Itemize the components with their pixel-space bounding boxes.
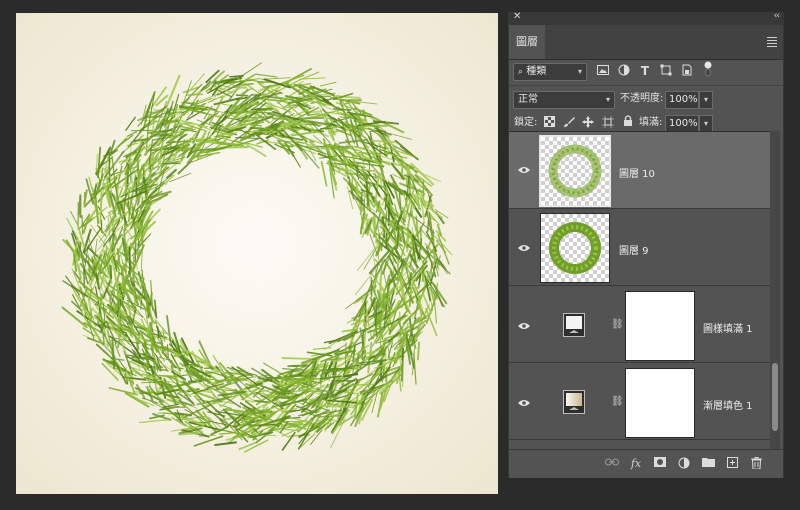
panel-tab-bar: 圖層 [509,25,783,60]
opacity-input[interactable]: 100% [665,91,699,109]
layer-thumbnail [539,135,611,207]
new-layer-icon[interactable] [725,457,739,471]
new-group-icon[interactable] [701,457,715,471]
smart-object-filter-icon[interactable] [680,64,694,78]
link-icon[interactable]: ⛓ [611,396,624,407]
fx-icon[interactable]: fx [629,457,643,471]
layers-panel: ✕ ‹‹ 圖層 ⌕ 種類 ▾ T 正常 ▾ 不透明度: 100% ▾ 鎖定: 填… [508,11,784,478]
opacity-label: 不透明度: [620,93,664,104]
layer-row[interactable]: 圖層 9 [509,209,771,286]
panel-menu-icon[interactable] [767,37,777,49]
lock-artboard-icon[interactable] [601,116,615,130]
eye-icon[interactable] [518,166,530,174]
lock-all-icon[interactable] [621,115,635,129]
panel-footer: fx [509,449,783,478]
collapse-icon[interactable]: ‹‹ [774,11,780,21]
gradient-fill-icon [563,390,585,414]
delete-layer-icon[interactable] [749,457,763,471]
blend-row: 正常 ▾ 不透明度: 100% ▾ [509,85,783,112]
adjustment-filter-icon[interactable] [617,64,631,78]
layer-row[interactable]: 圖層 10 [509,132,771,209]
lock-label: 鎖定: [514,117,538,128]
layer-thumbnail [540,213,610,283]
chevron-down-icon: ▾ [605,95,610,104]
wreath-artwork [61,62,453,453]
layer-name[interactable]: 漸層填色 1 [703,397,753,412]
wreath-thumbnail [549,222,601,274]
new-adjustment-icon[interactable] [677,457,691,471]
layer-name[interactable]: 圖層 10 [619,165,655,180]
layers-list: 圖層 10 圖層 9 ⛓ 圖樣填滿 1 ⛓ 漸層填色 1 [509,131,771,450]
panel-title-bar: ✕ ‹‹ [509,11,783,25]
lock-transparent-icon[interactable] [542,116,556,130]
link-icon[interactable]: ⛓ [611,319,624,330]
shape-filter-icon[interactable] [659,64,673,78]
search-icon: ⌕ [518,67,524,77]
layer-mask-thumbnail [625,368,695,438]
eye-icon[interactable] [518,322,530,330]
lock-paint-icon[interactable] [562,116,576,130]
wreath-needles [61,62,453,453]
document-canvas[interactable] [16,13,498,494]
blend-mode-value: 正常 [518,94,538,105]
wreath-thumbnail [548,144,602,198]
lock-position-icon[interactable] [581,116,595,130]
tab-layers[interactable]: 圖層 [509,25,545,59]
filter-toggle-icon[interactable] [701,61,715,77]
filter-row: ⌕ 種類 ▾ T [509,59,783,85]
image-filter-icon[interactable] [596,65,610,79]
lock-row: 鎖定: 填滿: 100% ▾ [509,111,783,133]
layer-name[interactable]: 圖樣填滿 1 [703,320,753,335]
blend-mode-select[interactable]: 正常 ▾ [513,91,615,109]
layers-scrollbar[interactable] [770,131,780,449]
pattern-fill-icon [563,313,585,337]
type-filter-icon[interactable]: T [638,64,652,78]
filter-kind-select[interactable]: ⌕ 種類 ▾ [513,63,587,81]
layer-row[interactable]: ⛓ 漸層填色 1 [509,363,771,440]
layer-mask-thumbnail [625,291,695,361]
eye-icon[interactable] [518,399,530,407]
link-layers-icon[interactable] [605,457,619,471]
eye-icon[interactable] [518,244,530,252]
add-mask-icon[interactable] [653,457,667,471]
close-icon[interactable]: ✕ [513,11,521,22]
fill-label: 填滿: [639,117,663,128]
filter-kind-label: 種類 [526,66,547,77]
layer-row[interactable]: ⛓ 圖樣填滿 1 [509,286,771,363]
opacity-dropdown-icon[interactable]: ▾ [699,91,713,109]
scrollbar-thumb[interactable] [772,363,778,431]
chevron-down-icon: ▾ [577,67,582,76]
layer-name[interactable]: 圖層 9 [619,242,649,257]
